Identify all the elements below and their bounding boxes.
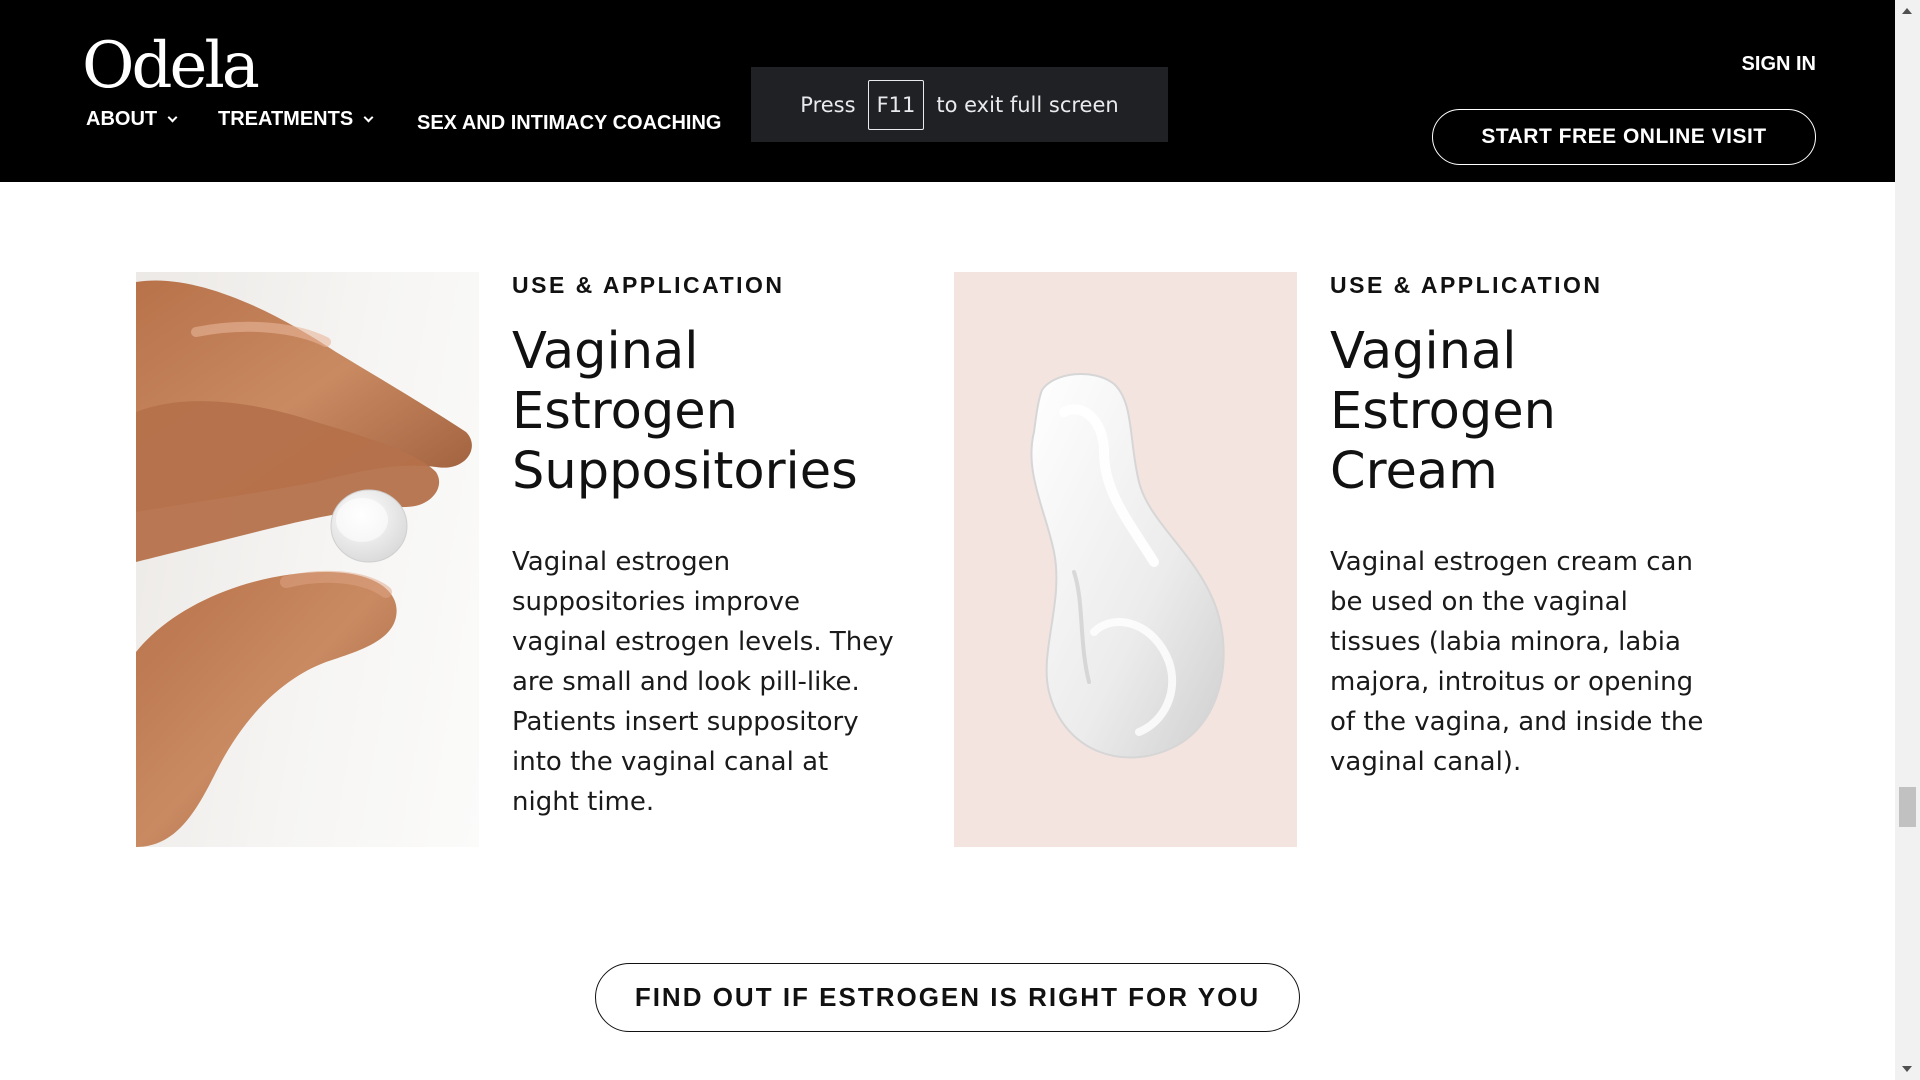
- odela-logo[interactable]: Odela: [82, 28, 260, 104]
- fullscreen-exit-toast: Press F11 to exit full screen: [751, 67, 1168, 142]
- cream-title: Vaginal Estrogen Cream: [1330, 322, 1556, 501]
- page-scrollbar[interactable]: [1895, 0, 1920, 1080]
- nav-about[interactable]: ABOUT: [86, 108, 178, 131]
- find-out-estrogen-button[interactable]: FIND OUT IF ESTROGEN IS RIGHT FOR YOU: [595, 963, 1300, 1032]
- nav-treatments[interactable]: TREATMENTS: [218, 108, 374, 131]
- hand-holding-pill-illustration: [136, 280, 472, 847]
- cream-swatch-illustration: [1030, 373, 1225, 759]
- scroll-down-arrow-icon[interactable]: [1902, 1066, 1912, 1072]
- chevron-down-icon: [167, 112, 178, 122]
- cream-description: Vaginal estrogen cream can be used on th…: [1330, 547, 1704, 777]
- site-header: Odela ABOUT TREATMENTS SEX AND INTIMACY …: [0, 0, 1895, 182]
- scroll-up-arrow-icon[interactable]: [1902, 8, 1912, 14]
- suppositories-title: Vaginal Estrogen Suppositories: [512, 322, 858, 501]
- suppository-photo: [136, 272, 479, 847]
- cream-photo: [954, 272, 1297, 847]
- scrollbar-thumb[interactable]: [1899, 787, 1916, 827]
- toast-message: to exit full screen: [936, 92, 1119, 117]
- nav-about-label: ABOUT: [86, 108, 158, 130]
- nav-coaching-label: SEX AND INTIMACY COACHING: [417, 112, 722, 134]
- chevron-down-icon: [363, 112, 374, 122]
- sign-in-link[interactable]: SIGN IN: [1742, 53, 1816, 76]
- start-free-online-visit-button[interactable]: START FREE ONLINE VISIT: [1432, 109, 1816, 165]
- f11-key: F11: [867, 79, 925, 130]
- cream-eyebrow: USE & APPLICATION: [1330, 272, 1603, 298]
- suppositories-eyebrow: USE & APPLICATION: [512, 272, 785, 298]
- nav-sex-intimacy-coaching[interactable]: SEX AND INTIMACY COACHING: [417, 112, 721, 135]
- suppositories-description: Vaginal estrogen suppositories improve v…: [512, 547, 894, 817]
- toast-press-text: Press: [800, 92, 856, 117]
- nav-treatments-label: TREATMENTS: [218, 108, 354, 130]
